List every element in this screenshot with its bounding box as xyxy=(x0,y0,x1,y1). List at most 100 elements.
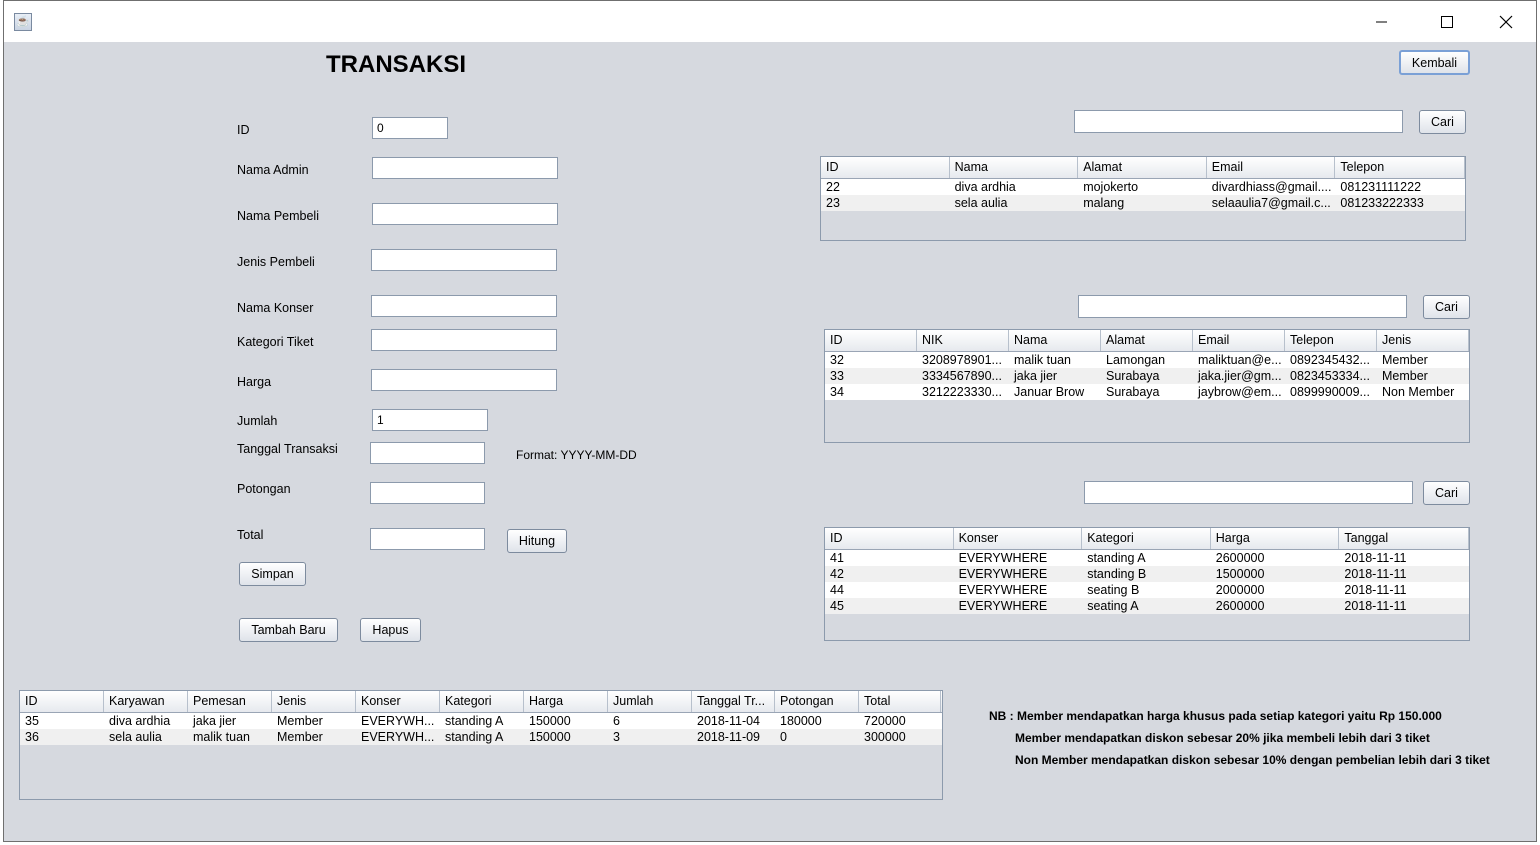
column-header[interactable]: Alamat xyxy=(1101,330,1193,351)
table-cell: 0 xyxy=(780,730,787,744)
nama-konser-field[interactable] xyxy=(371,295,557,317)
column-header[interactable]: NIK xyxy=(917,330,1009,351)
minimize-icon[interactable] xyxy=(1359,7,1405,37)
column-header[interactable]: Harga xyxy=(1211,528,1340,549)
total-field[interactable] xyxy=(370,528,485,550)
column-header[interactable]: Tanggal Tr... xyxy=(692,691,775,712)
transaksi-table[interactable]: ID Karyawan Pemesan Jenis Konser Kategori Harg… xyxy=(19,690,943,800)
column-header[interactable]: Jenis xyxy=(272,691,356,712)
java-cup-icon: ☕ xyxy=(14,13,32,31)
column-header[interactable]: Email xyxy=(1193,330,1285,351)
nama-pembeli-field[interactable] xyxy=(372,203,558,225)
column-header[interactable]: Nama xyxy=(950,157,1079,178)
hapus-button[interactable]: Hapus xyxy=(360,618,421,642)
tiket-search-input[interactable] xyxy=(1084,481,1413,504)
table-cell: Member xyxy=(1382,353,1428,367)
table-cell: EVERYWHERE xyxy=(958,551,1048,565)
potongan-field[interactable] xyxy=(370,482,485,504)
column-header[interactable]: Konser xyxy=(356,691,440,712)
close-icon[interactable] xyxy=(1483,7,1529,37)
table-cell: 150000 xyxy=(529,714,571,728)
table-cell: Surabaya xyxy=(1106,369,1160,383)
column-header[interactable]: Tanggal xyxy=(1339,528,1469,549)
column-header[interactable]: Telepon xyxy=(1335,157,1465,178)
nama-admin-field[interactable] xyxy=(372,157,558,179)
column-header[interactable]: Alamat xyxy=(1078,157,1207,178)
kembali-button[interactable]: Kembali xyxy=(1399,50,1470,75)
table-cell: 2000000 xyxy=(1215,583,1265,597)
column-header[interactable]: Jenis xyxy=(1377,330,1469,351)
column-header[interactable]: Email xyxy=(1207,157,1336,178)
table-row[interactable]: 32 3208978901... malik tuan Lamongan maliktu… xyxy=(825,352,1469,368)
column-header[interactable]: ID xyxy=(825,330,917,351)
nama-pembeli-label: Nama Pembeli xyxy=(237,209,319,223)
table-row[interactable]: 35 diva ardhia jaka jier Member EVERYWH... st… xyxy=(20,713,942,729)
tanggal-transaksi-field[interactable] xyxy=(370,442,485,464)
column-header[interactable]: Pemesan xyxy=(188,691,272,712)
column-header[interactable]: Kategori xyxy=(440,691,524,712)
table-row[interactable]: 41 EVERYWHERE standing A 2600000 2018-11-11 xyxy=(825,550,1469,566)
column-header[interactable]: Kategori xyxy=(1082,528,1211,549)
table-row[interactable]: 42 EVERYWHERE standing B 1500000 2018-11-11 xyxy=(825,566,1469,582)
nama-konser-label: Nama Konser xyxy=(237,301,314,315)
tiket-table[interactable]: ID Konser Kategori Harga Tanggal 41 EVERYWHERE… xyxy=(824,527,1470,641)
column-header[interactable]: ID xyxy=(825,528,954,549)
pembeli-search-input[interactable] xyxy=(1078,295,1407,318)
table-row[interactable]: 44 EVERYWHERE seating B 2000000 2018-11-11 xyxy=(825,582,1469,598)
column-header[interactable]: Harga xyxy=(524,691,608,712)
table-cell: seating B xyxy=(1087,583,1140,597)
table-row[interactable]: 45 EVERYWHERE seating A 2600000 2018-11-11 xyxy=(825,598,1469,614)
column-header[interactable]: Jumlah xyxy=(608,691,692,712)
table-cell: 42 xyxy=(830,567,844,581)
tambah-baru-button[interactable]: Tambah Baru xyxy=(239,618,338,642)
note-line-1: NB : Member mendapatkan harga khusus pad… xyxy=(989,709,1442,723)
admin-search-button[interactable]: Cari xyxy=(1419,110,1466,134)
jenis-pembeli-field[interactable] xyxy=(371,249,557,271)
hitung-button[interactable]: Hitung xyxy=(507,529,567,553)
note-line-2: Member mendapatkan diskon sebesar 20% ji… xyxy=(1015,731,1430,745)
simpan-button[interactable]: Simpan xyxy=(239,562,306,586)
table-row[interactable]: 23 sela aulia malang selaaulia7@gmail.c... 0… xyxy=(821,195,1465,211)
column-header[interactable]: Konser xyxy=(954,528,1083,549)
kategori-tiket-field[interactable] xyxy=(371,329,557,351)
jumlah-field[interactable]: 1 xyxy=(372,409,488,431)
table-cell: 35 xyxy=(25,714,39,728)
table-cell: divardhiass@gmail.... xyxy=(1211,180,1332,194)
date-format-hint: Format: YYYY-MM-DD xyxy=(516,448,637,462)
column-header[interactable]: Total xyxy=(859,691,941,712)
table-cell: 0892345432... xyxy=(1290,353,1370,367)
column-header[interactable]: Telepon xyxy=(1285,330,1377,351)
column-header[interactable]: ID xyxy=(20,691,104,712)
column-header[interactable]: Karyawan xyxy=(104,691,188,712)
tiket-search-button[interactable]: Cari xyxy=(1423,481,1470,505)
table-row[interactable]: 33 3334567890... jaka jier Surabaya jaka.jie… xyxy=(825,368,1469,384)
table-cell: EVERYWH... xyxy=(361,730,435,744)
maximize-icon[interactable] xyxy=(1424,7,1470,37)
table-row[interactable]: 36 sela aulia malik tuan Member EVERYWH... st… xyxy=(20,729,942,745)
admin-table[interactable]: ID Nama Alamat Email Telepon 22 diva ardhia moj… xyxy=(820,156,1466,241)
table-cell: Januar Brow xyxy=(1014,385,1085,399)
table-cell: Lamongan xyxy=(1106,353,1166,367)
table-cell: mojokerto xyxy=(1083,180,1139,194)
table-body: 22 diva ardhia mojokerto divardhiass@gmail.… xyxy=(821,179,1465,211)
table-row[interactable]: 34 3212223330... Januar Brow Surabaya jaybro… xyxy=(825,384,1469,400)
pembeli-search-button[interactable]: Cari xyxy=(1423,295,1470,319)
kategori-tiket-label: Kategori Tiket xyxy=(237,335,314,349)
table-cell: 150000 xyxy=(529,730,571,744)
id-label: ID xyxy=(237,123,250,137)
harga-field[interactable] xyxy=(371,369,557,391)
table-cell: 0823453334... xyxy=(1290,369,1370,383)
column-header[interactable]: ID xyxy=(821,157,950,178)
table-header: ID Nama Alamat Email Telepon xyxy=(821,157,1465,179)
pembeli-table[interactable]: ID NIK Nama Alamat Email Telepon Jenis 32 320897… xyxy=(824,329,1470,443)
jenis-pembeli-label: Jenis Pembeli xyxy=(237,255,315,269)
column-header[interactable]: Potongan xyxy=(775,691,859,712)
column-header[interactable]: Nama xyxy=(1009,330,1101,351)
table-cell: EVERYWHERE xyxy=(958,567,1048,581)
table-cell: Member xyxy=(277,730,323,744)
admin-search-input[interactable] xyxy=(1074,110,1403,133)
id-field[interactable]: 0 xyxy=(372,117,448,139)
table-cell: 0899990009... xyxy=(1290,385,1370,399)
table-row[interactable]: 22 diva ardhia mojokerto divardhiass@gmail.… xyxy=(821,179,1465,195)
table-body: 41 EVERYWHERE standing A 2600000 2018-11-11 4… xyxy=(825,550,1469,614)
